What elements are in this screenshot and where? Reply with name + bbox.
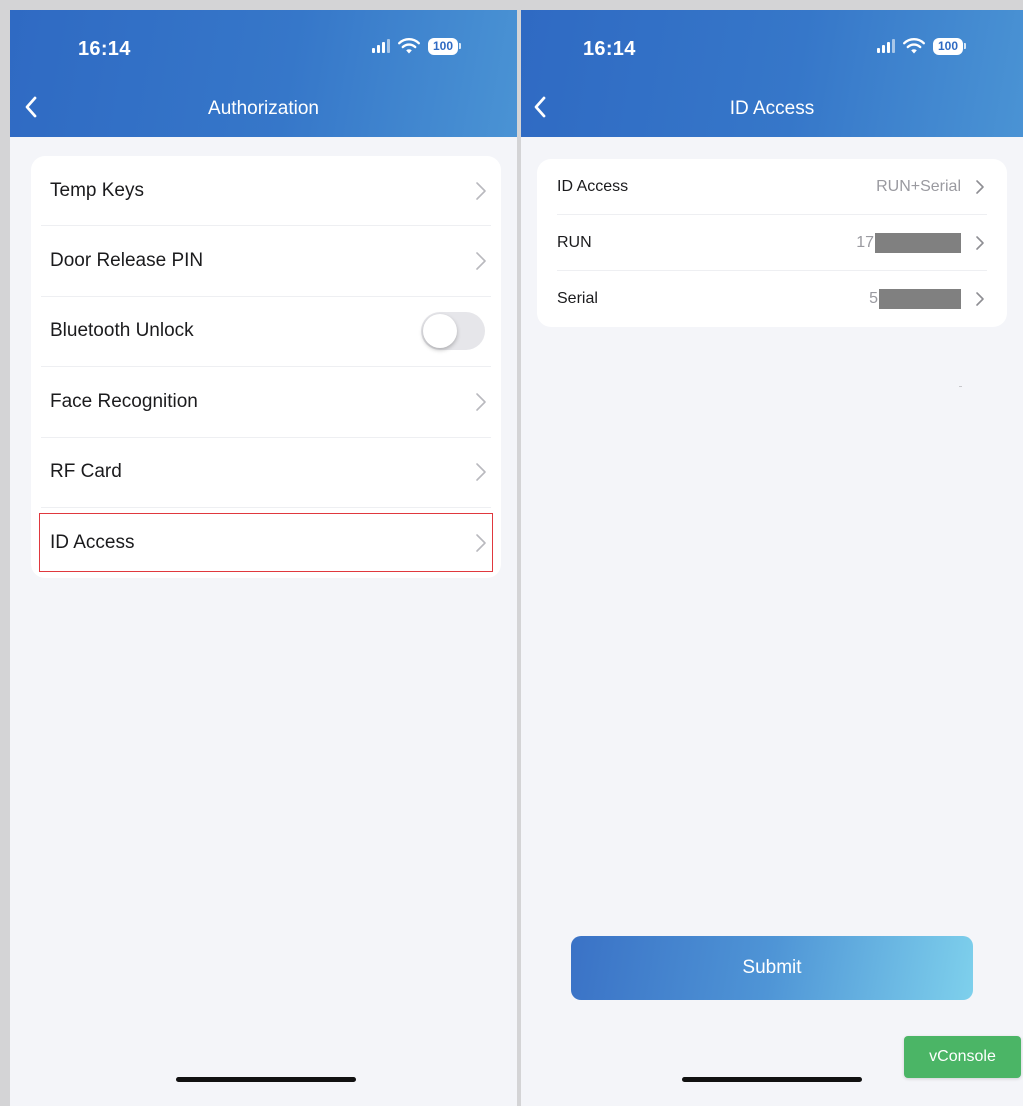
- chevron-right-icon: [975, 179, 985, 195]
- vconsole-button[interactable]: vConsole: [904, 1036, 1021, 1078]
- menu-item-face-recognition[interactable]: Face Recognition: [41, 367, 491, 438]
- value-prefix: 5: [869, 290, 878, 307]
- page-title: ID Access: [729, 98, 815, 119]
- id-access-settings: ID Access RUN+Serial RUN 17 Serial 5: [537, 159, 1007, 327]
- menu-item-label: Door Release PIN: [50, 250, 204, 272]
- wifi-icon: [397, 37, 421, 55]
- row-label: Serial: [557, 290, 598, 307]
- authorization-menu: Temp Keys Door Release PIN Bluetooth Unl…: [31, 156, 501, 578]
- row-value: 17: [856, 232, 961, 253]
- value-prefix: 17: [856, 233, 874, 251]
- menu-item-label: ID Access: [50, 532, 135, 554]
- chevron-right-icon: [475, 392, 487, 412]
- chevron-right-icon: [475, 251, 487, 271]
- chevron-right-icon: [475, 533, 487, 553]
- authorization-screen: 16:14 100 Authorization Temp Keys Door R…: [10, 10, 517, 1106]
- row-label: RUN: [557, 233, 592, 251]
- divider: [959, 386, 962, 387]
- status-time: 16:14: [78, 38, 131, 60]
- cellular-signal-icon: [877, 39, 895, 53]
- menu-item-label: Temp Keys: [50, 179, 144, 201]
- battery-level: 100: [933, 37, 963, 55]
- row-label: ID Access: [557, 177, 629, 195]
- redaction-block: [879, 289, 961, 309]
- id-access-mode-row[interactable]: ID Access RUN+Serial: [557, 159, 987, 215]
- header: 16:14 100 ID Access: [521, 10, 1023, 137]
- menu-item-bluetooth-unlock: Bluetooth Unlock: [41, 297, 491, 368]
- chevron-right-icon: [975, 235, 985, 251]
- wifi-icon: [902, 37, 926, 55]
- home-indicator: [176, 1077, 356, 1082]
- menu-item-temp-keys[interactable]: Temp Keys: [41, 156, 491, 227]
- status-icons: 100: [877, 37, 966, 55]
- redaction-block: [875, 232, 961, 253]
- toggle-knob: [423, 314, 457, 349]
- header: 16:14 100 Authorization: [10, 10, 517, 137]
- row-value: RUN+Serial: [876, 177, 961, 195]
- status-icons: 100: [372, 37, 461, 55]
- row-value: 5: [869, 289, 961, 309]
- home-indicator: [682, 1077, 862, 1082]
- battery-level: 100: [428, 37, 458, 55]
- bluetooth-unlock-toggle[interactable]: [421, 312, 485, 351]
- menu-item-rf-card[interactable]: RF Card: [41, 438, 491, 508]
- battery-icon: 100: [933, 37, 966, 55]
- page-title: Authorization: [208, 98, 319, 119]
- submit-button[interactable]: Submit: [571, 936, 973, 1000]
- status-time: 16:14: [583, 38, 636, 60]
- chevron-right-icon: [475, 462, 487, 482]
- menu-item-label: RF Card: [50, 461, 122, 483]
- chevron-right-icon: [475, 181, 487, 201]
- cellular-signal-icon: [372, 39, 390, 53]
- serial-row[interactable]: Serial 5: [557, 271, 987, 327]
- chevron-right-icon: [975, 291, 985, 307]
- id-access-screen: 16:14 100 ID Access ID Access RUN+Serial…: [521, 10, 1023, 1106]
- menu-item-id-access[interactable]: ID Access: [39, 508, 493, 578]
- menu-item-label: Face Recognition: [50, 390, 198, 412]
- menu-item-door-release-pin[interactable]: Door Release PIN: [41, 226, 491, 297]
- run-row[interactable]: RUN 17: [557, 215, 987, 271]
- menu-item-label: Bluetooth Unlock: [50, 320, 194, 342]
- battery-icon: 100: [428, 37, 461, 55]
